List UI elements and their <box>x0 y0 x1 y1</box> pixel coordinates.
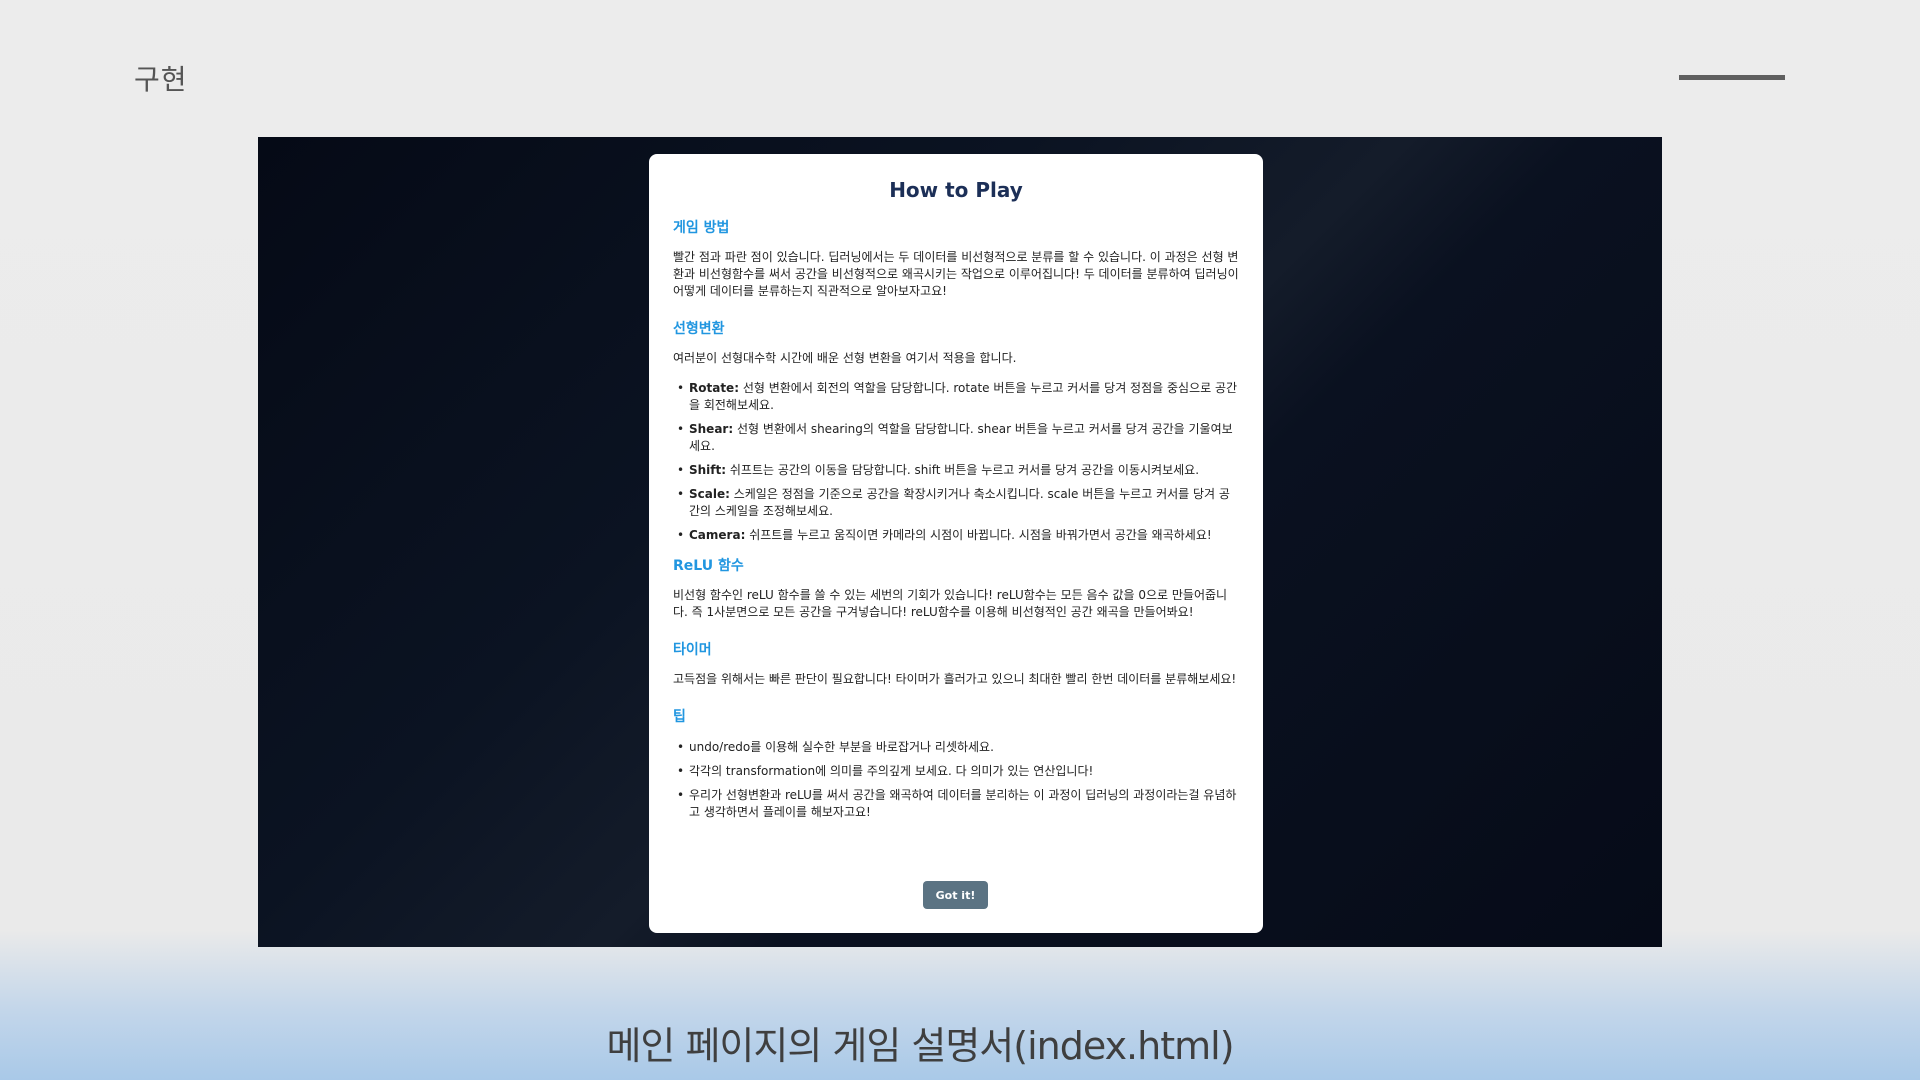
section-text-linear: 여러분이 선형대수학 시간에 배운 선형 변환을 여기서 적용을 합니다. <box>673 351 1017 365</box>
slide-caption: 메인 페이지의 게임 설명서(index.html) <box>606 1024 1234 1068</box>
item-label: Shear: <box>689 422 734 436</box>
list-item-shear: Shear: 선형 변환에서 shearing의 역할을 담당합니다. shea… <box>677 421 1239 455</box>
got-it-button[interactable]: Got it! <box>923 881 988 909</box>
item-text: 선형 변환에서 shearing의 역할을 담당합니다. shear 버튼을 누… <box>689 422 1233 453</box>
section-heading-relu: ReLU 함수 <box>673 558 744 574</box>
list-item-scale: Scale: 스케일은 정점을 기준으로 공간을 확장시키거나 축소시킵니다. … <box>677 486 1239 520</box>
corner-rule <box>1679 75 1785 80</box>
section-text-relu: 비선형 함수인 reLU 함수를 쓸 수 있는 세번의 기회가 있습니다! re… <box>673 588 1228 619</box>
slide-title: 구현 <box>134 63 188 96</box>
section-heading-linear: 선형변환 <box>673 321 725 337</box>
list-item-tip: 우리가 선형변환과 reLU를 써서 공간을 왜곡하여 데이터를 분리하는 이 … <box>677 787 1239 821</box>
item-label: Camera: <box>689 528 746 542</box>
how-to-play-dialog: How to Play 게임 방법 빨간 점과 파란 점이 있습니다. 딥러닝에… <box>649 154 1263 933</box>
item-label: Rotate: <box>689 381 739 395</box>
section-heading-timer: 타이머 <box>673 642 712 658</box>
list-item-tip: undo/redo를 이용해 실수한 부분을 바로잡거나 리셋하세요. <box>677 739 1239 756</box>
list-item-camera: Camera: 쉬프트를 누르고 움직이면 카메라의 시점이 바뀝니다. 시점을… <box>677 527 1239 544</box>
item-text: 쉬프트는 공간의 이동을 담당합니다. shift 버튼을 누르고 커서를 당겨… <box>726 463 1200 477</box>
item-label: Scale: <box>689 487 730 501</box>
list-item-tip: 각각의 transformation에 의미를 주의깊게 보세요. 다 의미가 … <box>677 763 1239 780</box>
list-item-rotate: Rotate: 선형 변환에서 회전의 역할을 담당합니다. rotate 버튼… <box>677 380 1239 414</box>
tips-list: undo/redo를 이용해 실수한 부분을 바로잡거나 리셋하세요. 각각의 … <box>673 739 1239 821</box>
item-label: Shift: <box>689 463 727 477</box>
list-item-shift: Shift: 쉬프트는 공간의 이동을 담당합니다. shift 버튼을 누르고… <box>677 462 1239 479</box>
item-text: 선형 변환에서 회전의 역할을 담당합니다. rotate 버튼을 누르고 커서… <box>689 381 1238 412</box>
app-screenshot: M e How to Play 게임 방법 빨간 점과 파란 점이 있습니다. … <box>258 137 1662 947</box>
linear-transform-list: Rotate: 선형 변환에서 회전의 역할을 담당합니다. rotate 버튼… <box>673 380 1239 544</box>
item-text: 쉬프트를 누르고 움직이면 카메라의 시점이 바뀝니다. 시점을 바꿔가면서 공… <box>745 528 1212 542</box>
dialog-title: How to Play <box>889 178 1023 202</box>
item-text: 스케일은 정점을 기준으로 공간을 확장시키거나 축소시킵니다. scale 버… <box>689 487 1230 518</box>
section-text-game: 빨간 점과 파란 점이 있습니다. 딥러닝에서는 두 데이터를 비선형적으로 분… <box>673 250 1239 298</box>
section-heading-game: 게임 방법 <box>673 220 730 236</box>
section-text-timer: 고득점을 위해서는 빠른 판단이 필요합니다! 타이머가 흘러가고 있으니 최대… <box>673 672 1237 686</box>
section-heading-tips: 팁 <box>673 709 686 725</box>
